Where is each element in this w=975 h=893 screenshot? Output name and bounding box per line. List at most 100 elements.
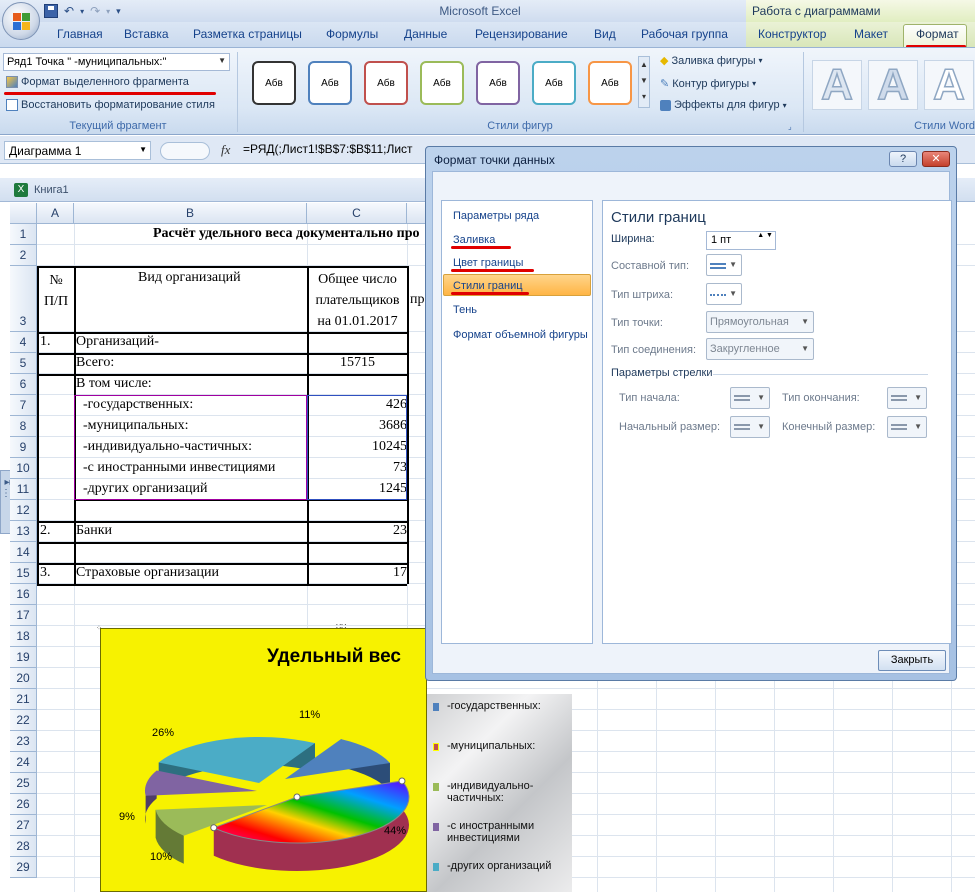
reset-style-button[interactable]: Восстановить форматирование стиля	[6, 99, 215, 111]
row-header-14[interactable]: 14	[10, 542, 37, 563]
wordart-style-2[interactable]: A	[868, 59, 918, 110]
shape-style-6[interactable]: Абв	[532, 61, 576, 105]
row-header-25[interactable]: 25	[10, 773, 37, 794]
nav-item-4[interactable]: Стили границ	[453, 280, 523, 292]
tab-design[interactable]: Конструктор	[758, 27, 826, 41]
row-header-24[interactable]: 24	[10, 752, 37, 773]
tab-format[interactable]: Формат	[916, 27, 959, 41]
shape-style-2[interactable]: Абв	[308, 61, 352, 105]
formula-bar-toggle[interactable]	[160, 142, 210, 160]
fx-icon[interactable]: fx	[221, 142, 230, 158]
shape-style-4[interactable]: Абв	[420, 61, 464, 105]
row-header-7[interactable]: 7	[10, 395, 37, 416]
header-total-payers[interactable]: Общее число плательщиков на 01.01.2017	[308, 269, 407, 332]
cell-b13[interactable]: Банки	[76, 523, 112, 539]
help-button[interactable]: ?	[889, 151, 917, 167]
row-header-29[interactable]: 29	[10, 857, 37, 878]
wordart-style-1[interactable]: A	[812, 59, 862, 110]
redo-icon[interactable]: ↷	[90, 4, 100, 18]
nav-item-1[interactable]: Параметры ряда	[453, 210, 539, 222]
chart-element-selector[interactable]: Ряд1 Точка " -муниципальных:" ▼	[3, 53, 230, 71]
data-label-5[interactable]: 26%	[152, 727, 174, 739]
legend-item-1[interactable]: -государственных:	[433, 700, 541, 712]
row-header-6[interactable]: 6	[10, 374, 37, 395]
row-header-19[interactable]: 19	[10, 647, 37, 668]
resize-handle[interactable]: ∷∷	[336, 622, 346, 631]
tab-insert[interactable]: Вставка	[124, 27, 169, 41]
row-header-21[interactable]: 21	[10, 689, 37, 710]
nav-item-6[interactable]: Формат объемной фигуры	[453, 329, 588, 341]
cell-a15[interactable]: 3.	[40, 565, 51, 581]
row-header-3[interactable]: 3	[10, 266, 37, 332]
close-button[interactable]: Закрыть	[878, 650, 946, 671]
row-header-9[interactable]: 9	[10, 437, 37, 458]
tab-view[interactable]: Вид	[594, 27, 616, 41]
row-header-4[interactable]: 4	[10, 332, 37, 353]
width-spinner[interactable]: 1 пт ▲ ▼	[706, 231, 776, 250]
nav-item-2[interactable]: Заливка	[453, 234, 495, 246]
data-label-2[interactable]: 44%	[384, 825, 406, 837]
legend-item-4[interactable]: -с иностранными инвестициями	[433, 820, 534, 844]
begin-size-dropdown[interactable]: ▼	[730, 416, 770, 438]
row-header-20[interactable]: 20	[10, 668, 37, 689]
shape-style-1[interactable]: Абв	[252, 61, 296, 105]
end-type-dropdown[interactable]: ▼	[887, 387, 927, 409]
row-header-11[interactable]: 11	[10, 479, 37, 500]
cell-a4[interactable]: 1.	[40, 334, 51, 350]
legend-item-5[interactable]: -других организаций	[433, 860, 551, 872]
cell-b6[interactable]: В том числе:	[76, 376, 152, 392]
row-header-28[interactable]: 28	[10, 836, 37, 857]
tab-data[interactable]: Данные	[404, 27, 447, 41]
column-header-c[interactable]: C	[307, 203, 407, 224]
row-header-13[interactable]: 13	[10, 521, 37, 542]
shape-fill-button[interactable]: ◆ Заливка фигуры ▾	[660, 54, 763, 68]
save-icon[interactable]	[44, 4, 58, 18]
gallery-scroll[interactable]: ▲ ▼ ▾	[638, 56, 650, 108]
tab-layout[interactable]: Макет	[854, 27, 888, 41]
spinner-arrows-icon[interactable]: ▲ ▼	[757, 232, 773, 240]
column-header-a[interactable]: A	[37, 203, 74, 224]
header-partial[interactable]: пр	[410, 292, 425, 308]
row-header-26[interactable]: 26	[10, 794, 37, 815]
wordart-style-3[interactable]: A	[924, 59, 974, 110]
select-all-corner[interactable]	[10, 203, 37, 224]
shape-style-7[interactable]: Абв	[588, 61, 632, 105]
cell-c15[interactable]: 17	[393, 565, 407, 581]
header-org-type[interactable]: Вид организаций	[138, 270, 241, 286]
cell-b4[interactable]: Организаций-	[76, 334, 159, 350]
row-header-22[interactable]: 22	[10, 710, 37, 731]
row-header-2[interactable]: 2	[10, 245, 37, 266]
data-label-1[interactable]: 11%	[299, 709, 320, 721]
row-header-10[interactable]: 10	[10, 458, 37, 479]
cell-b15[interactable]: Страховые организации	[76, 565, 219, 581]
cell-c13[interactable]: 23	[393, 523, 407, 539]
join-type-dropdown[interactable]: Закругленное ▼	[706, 338, 814, 360]
close-x-button[interactable]: ✕	[922, 151, 950, 167]
data-label-3[interactable]: 10%	[150, 851, 172, 863]
header-num[interactable]: № П/П	[38, 270, 74, 312]
cap-type-dropdown[interactable]: Прямоугольная ▼	[706, 311, 814, 333]
tab-review[interactable]: Рецензирование	[475, 27, 568, 41]
selection-handle[interactable]	[293, 793, 301, 801]
nav-item-3[interactable]: Цвет границы	[453, 257, 523, 269]
sheet-title[interactable]: Расчёт удельного веса документально про	[153, 226, 419, 242]
row-header-18[interactable]: 18	[10, 626, 37, 647]
legend-item-3[interactable]: -индивидуально-частичных:	[433, 780, 533, 804]
row-header-12[interactable]: 12	[10, 500, 37, 521]
row-header-23[interactable]: 23	[10, 731, 37, 752]
data-label-4[interactable]: 9%	[119, 811, 135, 823]
tab-page-layout[interactable]: Разметка страницы	[193, 27, 302, 41]
shape-style-3[interactable]: Абв	[364, 61, 408, 105]
tab-home[interactable]: Главная	[57, 27, 103, 41]
row-header-15[interactable]: 15	[10, 563, 37, 584]
shape-style-5[interactable]: Абв	[476, 61, 520, 105]
end-size-dropdown[interactable]: ▼	[887, 416, 927, 438]
row-header-5[interactable]: 5	[10, 353, 37, 374]
selection-handle[interactable]	[398, 777, 406, 785]
legend-item-2[interactable]: -муниципальных:	[433, 740, 535, 752]
format-selection-button[interactable]: Формат выделенного фрагмента	[6, 76, 189, 88]
tab-workgroup[interactable]: Рабочая группа	[641, 27, 728, 41]
row-header-27[interactable]: 27	[10, 815, 37, 836]
chart-legend[interactable]: -государственных: -муниципальных: -индивид…	[427, 694, 572, 892]
dialog-launcher-icon[interactable]: ⌟	[788, 122, 792, 131]
